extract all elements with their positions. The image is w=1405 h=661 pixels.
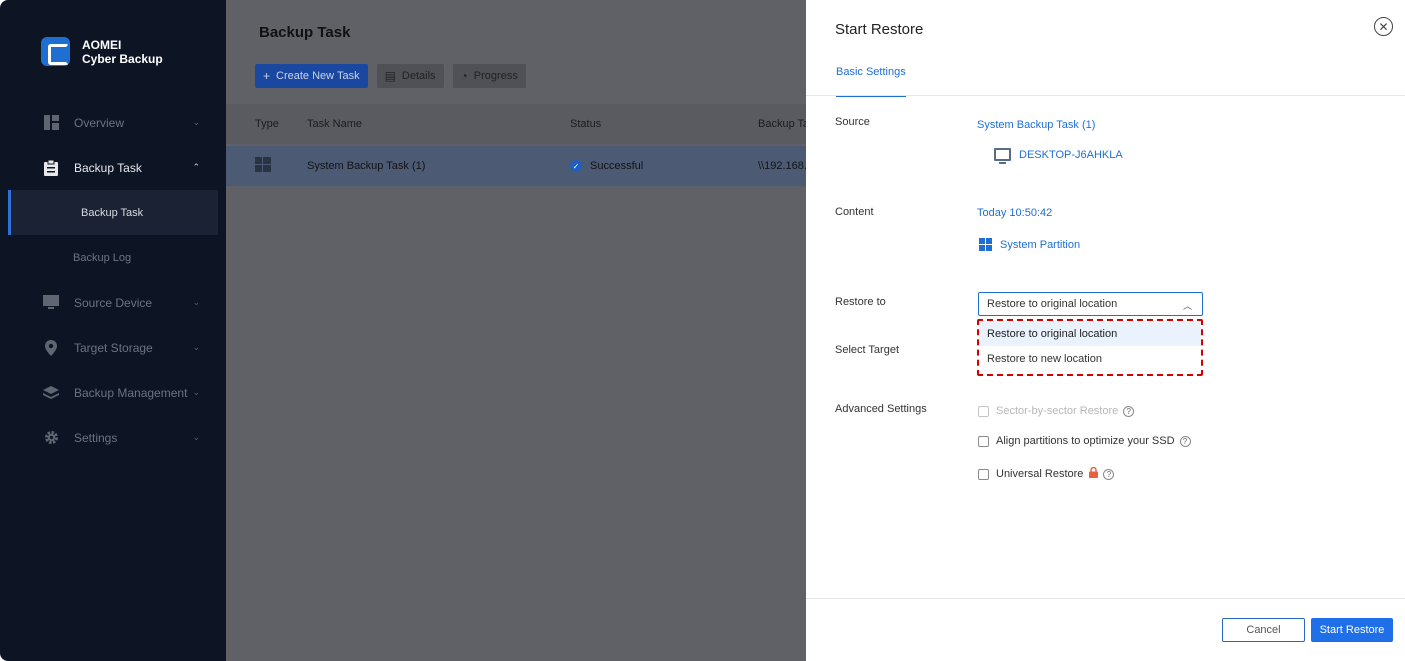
toolbar: + Create New Task ▤ Details ◔ Progress (255, 64, 526, 88)
gear-icon (43, 430, 59, 446)
drawer-title: Start Restore (835, 21, 924, 38)
chevron-up-icon: ︿ (1182, 301, 1192, 311)
windows-icon (979, 238, 992, 251)
dashboard-icon (43, 115, 59, 131)
sidebar-item-label: Source Device (74, 295, 153, 310)
chevron-down-icon: ⌄ (192, 342, 200, 352)
chevron-down-icon: ⌄ (192, 297, 200, 307)
sector-by-sector-option: Sector-by-sector Restore ? (978, 405, 1135, 417)
footer-divider (806, 598, 1405, 599)
help-icon[interactable]: ? (1123, 405, 1135, 417)
table-header: Type Task Name Status Backup Ta (226, 104, 806, 144)
tab-divider (806, 95, 1405, 96)
aomei-logo-icon (41, 37, 70, 66)
sidebar: AOMEI Cyber Backup Overview ⌄ Backup Tas… (0, 0, 226, 661)
option-restore-original[interactable]: Restore to original location (979, 321, 1201, 346)
chevron-down-icon: ⌄ (192, 432, 200, 442)
column-header-task-name: Task Name (307, 118, 363, 130)
content-item: System Partition (979, 238, 1080, 251)
universal-restore-option: Universal Restore ? (978, 466, 1115, 481)
sidebar-item-backup-task[interactable]: Backup Task ⌃ (0, 145, 226, 190)
align-partitions-option: Align partitions to optimize your SSD ? (978, 435, 1191, 447)
select-target-label: Select Target (835, 344, 900, 356)
page-title: Backup Task (259, 24, 351, 41)
sidebar-item-backup-management[interactable]: Backup Management ⌄ (0, 370, 226, 415)
progress-button[interactable]: ◔ Progress (452, 64, 526, 88)
restore-to-label: Restore to (835, 296, 886, 308)
universal-checkbox[interactable] (978, 468, 989, 480)
close-icon[interactable]: ✕ (1374, 17, 1393, 36)
sector-checkbox[interactable] (978, 405, 989, 417)
advanced-settings-label: Advanced Settings (835, 403, 927, 415)
plus-icon: + (263, 69, 271, 83)
chevron-up-icon: ⌃ (192, 162, 200, 172)
sidebar-item-source-device[interactable]: Source Device ⌄ (0, 280, 226, 325)
table-row[interactable]: System Backup Task (1) ✓ Successful \\19… (226, 146, 806, 186)
app-logo: AOMEI Cyber Backup (41, 37, 163, 66)
sidebar-subitem-backup-log[interactable]: Backup Log (0, 235, 226, 280)
windows-icon (255, 157, 271, 175)
progress-icon: ◔ (460, 69, 468, 83)
start-restore-drawer: Start Restore ✕ Basic Settings Source Sy… (806, 0, 1405, 661)
sidebar-item-target-storage[interactable]: Target Storage ⌄ (0, 325, 226, 370)
sidebar-item-label: Backup Task (74, 160, 142, 175)
details-icon: ▤ (384, 69, 396, 83)
computer-icon (994, 148, 1011, 164)
sidebar-item-label: Settings (74, 430, 118, 445)
restore-to-dropdown: Restore to original location Restore to … (977, 319, 1203, 376)
status-badge: ✓ Successful (570, 160, 643, 172)
help-icon[interactable]: ? (1179, 435, 1191, 447)
location-pin-icon (43, 339, 59, 356)
clipboard-icon (43, 159, 59, 176)
cancel-button[interactable]: Cancel (1222, 618, 1305, 642)
content-label: Content (835, 206, 874, 218)
source-device: DESKTOP-J6AHKLA (994, 148, 1123, 164)
sidebar-item-label: Overview (74, 115, 125, 130)
main-content: Backup Task + Create New Task ▤ Details … (226, 0, 806, 661)
sidebar-subitem-backup-task[interactable]: Backup Task (8, 190, 218, 235)
sidebar-item-label: Backup Management (74, 385, 188, 400)
help-icon[interactable]: ? (1103, 468, 1115, 480)
chevron-down-icon: ⌄ (192, 387, 200, 397)
sidebar-item-label: Target Storage (74, 340, 153, 355)
source-task: System Backup Task (1) (977, 119, 1096, 131)
column-header-status: Status (570, 118, 602, 130)
details-button[interactable]: ▤ Details (376, 64, 444, 88)
option-restore-new[interactable]: Restore to new location (979, 346, 1201, 371)
column-header-backup-target: Backup Ta (758, 118, 806, 130)
create-new-task-button[interactable]: + Create New Task (255, 64, 368, 88)
monitor-icon (43, 295, 59, 311)
column-header-type: Type (255, 118, 279, 130)
logo-text: AOMEI Cyber Backup (82, 37, 163, 66)
start-restore-button[interactable]: Start Restore (1311, 618, 1393, 642)
layers-icon (43, 385, 59, 401)
sidebar-nav: Overview ⌄ Backup Task ⌃ Backup Task Bac… (0, 100, 226, 460)
align-checkbox[interactable] (978, 435, 989, 447)
sidebar-item-overview[interactable]: Overview ⌄ (0, 100, 226, 145)
check-circle-icon: ✓ (570, 160, 582, 172)
chevron-down-icon: ⌄ (192, 117, 200, 127)
tab-basic-settings[interactable]: Basic Settings (836, 66, 906, 97)
restore-to-select[interactable]: Restore to original location ︿ (978, 292, 1203, 316)
backup-target: \\192.168. (758, 160, 806, 172)
lock-icon (1089, 466, 1099, 481)
sidebar-item-settings[interactable]: Settings ⌄ (0, 415, 226, 460)
task-name: System Backup Task (1) (307, 160, 426, 172)
source-label: Source (835, 116, 870, 128)
content-time: Today 10:50:42 (977, 207, 1053, 219)
